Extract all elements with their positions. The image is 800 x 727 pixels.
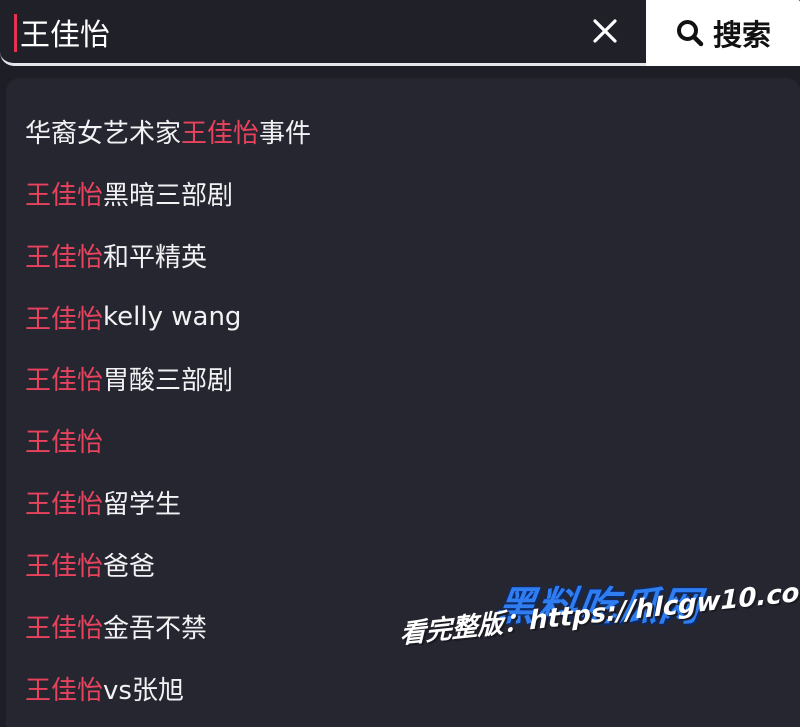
suggestion-suffix: 金吾不禁 bbox=[103, 613, 208, 644]
suggestion-suffix: 事件 bbox=[259, 118, 312, 149]
suggestion-dropdown: 华裔女艺术家 王佳怡 事件 王佳怡 黑暗三部剧 王佳怡 和平精英 王佳怡 kelly wa… bbox=[6, 78, 800, 727]
text-caret bbox=[14, 14, 17, 52]
suggestion-match: 王佳怡 bbox=[25, 551, 104, 582]
suggestion-match: 王佳怡 bbox=[25, 489, 104, 520]
suggestion-item[interactable]: 王佳怡 金吾不禁 bbox=[25, 606, 207, 646]
suggestion-suffix: 胃酸三部剧 bbox=[103, 365, 234, 396]
search-field[interactable] bbox=[0, 0, 646, 66]
suggestion-suffix: vs张旭 bbox=[103, 675, 184, 706]
suggestion-match: 王佳怡 bbox=[25, 675, 104, 706]
suggestion-suffix: 留学生 bbox=[103, 489, 182, 520]
clear-button[interactable] bbox=[588, 14, 622, 48]
search-input[interactable] bbox=[0, 1, 560, 62]
suggestion-match: 王佳怡 bbox=[25, 427, 104, 458]
suggestion-match: 王佳怡 bbox=[181, 118, 260, 149]
suggestion-match: 王佳怡 bbox=[25, 304, 104, 335]
suggestion-match: 王佳怡 bbox=[25, 613, 104, 644]
suggestion-item[interactable]: 王佳怡 留学生 bbox=[25, 482, 181, 522]
search-button-label: 搜索 bbox=[712, 18, 771, 52]
suggestion-item[interactable]: 王佳怡 黑暗三部剧 bbox=[25, 173, 233, 213]
suggestion-item[interactable]: 王佳怡 bbox=[25, 420, 103, 460]
search-bar: 搜索 bbox=[0, 0, 800, 66]
suggestion-suffix: 爸爸 bbox=[103, 551, 156, 582]
suggestion-prefix: 华裔女艺术家 bbox=[25, 118, 182, 149]
page: 搜索 华裔女艺术家王佳怡事件 王佳怡黑暗三部剧 王佳怡和平精英 王佳怡kelly… bbox=[0, 0, 800, 727]
suggestion-match: 王佳怡 bbox=[25, 365, 104, 396]
suggestion-suffix: 黑暗三部剧 bbox=[103, 180, 234, 211]
suggestion-item[interactable]: 王佳怡 vs张旭 bbox=[25, 668, 184, 708]
suggestion-match: 王佳怡 bbox=[25, 180, 104, 211]
close-icon bbox=[593, 19, 617, 43]
suggestion-item[interactable]: 华裔女艺术家 王佳怡 事件 bbox=[25, 111, 311, 151]
suggestion-item[interactable]: 王佳怡 kelly wang bbox=[25, 297, 241, 337]
suggestion-item[interactable]: 王佳怡 爸爸 bbox=[25, 544, 155, 584]
search-button[interactable]: 搜索 bbox=[646, 0, 800, 66]
suggestion-item[interactable]: 王佳怡 胃酸三部剧 bbox=[25, 358, 233, 398]
suggestion-suffix: 和平精英 bbox=[103, 242, 208, 273]
suggestion-item[interactable]: 王佳怡 和平精英 bbox=[25, 235, 207, 275]
suggestion-match: 王佳怡 bbox=[25, 242, 104, 273]
search-icon bbox=[676, 20, 704, 47]
suggestion-suffix: kelly wang bbox=[103, 302, 242, 332]
